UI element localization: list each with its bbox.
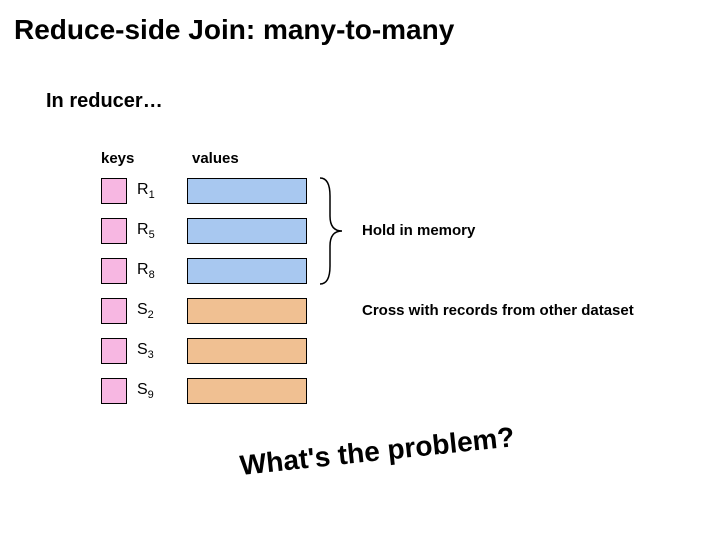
value-box [187, 338, 307, 364]
values-header: values [192, 150, 239, 167]
cross-annotation: Cross with records from other dataset [362, 302, 634, 319]
key-box [101, 298, 127, 324]
table-row: R5 [101, 218, 307, 244]
value-box [187, 178, 307, 204]
slide-title: Reduce-side Join: many-to-many [14, 14, 454, 46]
value-box [187, 298, 307, 324]
table-row: S9 [101, 378, 307, 404]
value-box [187, 258, 307, 284]
slide-subtitle: In reducer… [46, 90, 163, 113]
key-label: S2 [137, 301, 171, 321]
keys-header: keys [101, 150, 134, 167]
value-box [187, 378, 307, 404]
table-row: R1 [101, 178, 307, 204]
table-row: S2 [101, 298, 307, 324]
question-text: What's the problem? [238, 421, 516, 482]
key-box [101, 258, 127, 284]
key-label: S9 [137, 381, 171, 401]
key-box [101, 338, 127, 364]
key-label: S3 [137, 341, 171, 361]
key-box [101, 178, 127, 204]
table-row: S3 [101, 338, 307, 364]
table-row: R8 [101, 258, 307, 284]
key-box [101, 218, 127, 244]
brace-icon [316, 176, 346, 286]
key-label: R1 [137, 181, 171, 201]
key-label: R5 [137, 221, 171, 241]
value-box [187, 218, 307, 244]
key-box [101, 378, 127, 404]
hold-annotation: Hold in memory [362, 222, 475, 239]
key-label: R8 [137, 261, 171, 281]
